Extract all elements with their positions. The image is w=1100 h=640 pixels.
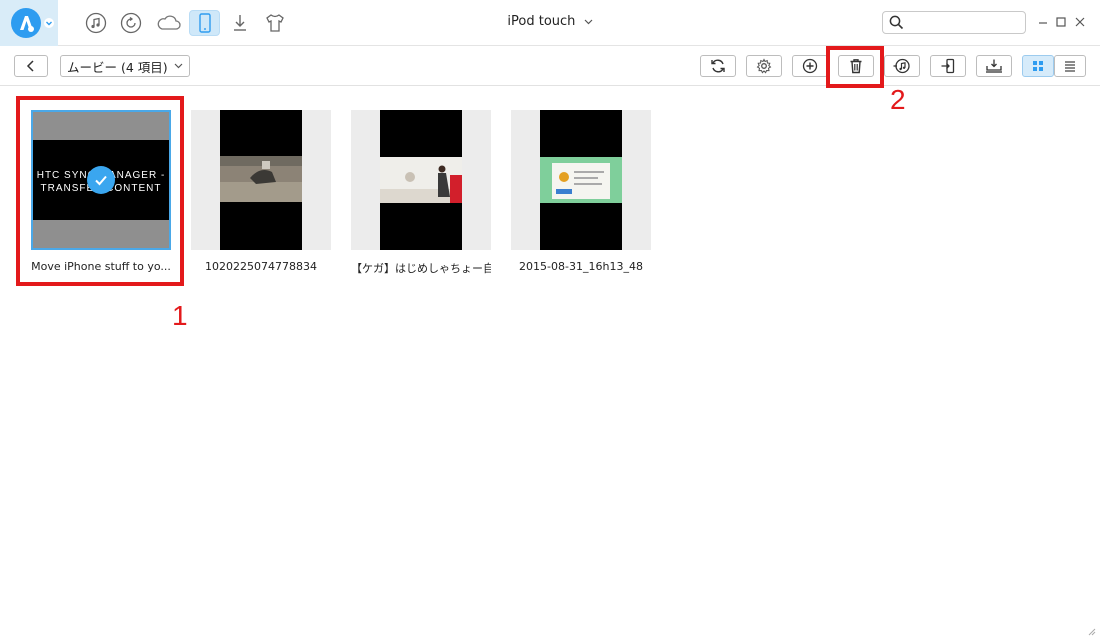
add-icon xyxy=(802,58,818,74)
music-note-icon xyxy=(85,12,107,34)
category-label: ムービー (4 項目) xyxy=(67,59,168,75)
minimize-button[interactable] xyxy=(1036,15,1050,29)
minimize-icon xyxy=(1039,22,1047,24)
title-bar: iPod touch xyxy=(0,0,1100,46)
search-icon xyxy=(889,15,904,30)
send-to-device-icon xyxy=(941,58,955,74)
search-input[interactable] xyxy=(909,14,1021,31)
to-computer-button[interactable] xyxy=(976,55,1012,77)
history-nav-button[interactable] xyxy=(118,10,144,36)
icloud-nav-button[interactable] xyxy=(154,10,184,36)
video-title: 2015-08-31_16h13_48 xyxy=(519,260,643,273)
add-button[interactable] xyxy=(792,55,828,77)
back-button[interactable] xyxy=(14,55,48,77)
video-frame-image xyxy=(220,156,302,202)
chevron-down-icon xyxy=(584,19,593,24)
category-dropdown[interactable]: ムービー (4 項目) xyxy=(60,55,190,77)
download-icon xyxy=(234,15,246,31)
close-icon xyxy=(1075,17,1085,27)
download-nav-button[interactable] xyxy=(227,10,253,36)
list-view-button[interactable] xyxy=(1054,55,1086,77)
grid-view-button[interactable] xyxy=(1022,55,1054,77)
video-frame-image xyxy=(380,157,462,203)
phone-icon xyxy=(198,13,211,33)
video-thumbnail[interactable] xyxy=(511,110,651,250)
step-number-1: 1 xyxy=(172,300,188,331)
maximize-icon xyxy=(1056,17,1066,27)
chevron-down-icon xyxy=(174,63,183,69)
device-nav-button[interactable] xyxy=(189,10,220,36)
video-title: 1020225074778834 xyxy=(205,260,317,273)
ringtone-nav-button[interactable] xyxy=(262,10,288,36)
resize-grip-icon[interactable] xyxy=(1086,626,1096,636)
video-item[interactable]: 1020225074778834 xyxy=(191,110,331,273)
device-title: iPod touch xyxy=(507,14,576,29)
refresh-icon xyxy=(711,59,725,73)
itunes-icon xyxy=(893,58,910,74)
device-selector[interactable]: iPod touch xyxy=(480,14,620,29)
video-item[interactable]: 【ケガ】はじめしゃちょー自分... xyxy=(351,110,491,276)
chevron-down-icon[interactable] xyxy=(44,18,54,28)
grid-view-icon xyxy=(1033,61,1043,71)
tshirt-icon xyxy=(266,14,284,32)
video-thumbnail[interactable] xyxy=(191,110,331,250)
video-thumbnail[interactable] xyxy=(351,110,491,250)
settings-button[interactable] xyxy=(746,55,782,77)
list-view-icon xyxy=(1065,61,1075,72)
app-logo[interactable] xyxy=(0,0,58,46)
to-itunes-button[interactable] xyxy=(884,55,920,77)
delete-button-highlight xyxy=(826,46,884,88)
history-icon xyxy=(120,12,142,34)
step-number-2: 2 xyxy=(890,84,906,115)
anytrans-logo-icon xyxy=(11,8,41,38)
gear-icon xyxy=(756,58,772,74)
search-box[interactable] xyxy=(882,11,1026,34)
music-nav-button[interactable] xyxy=(83,10,109,36)
video-item[interactable]: 2015-08-31_16h13_48 xyxy=(511,110,651,273)
close-button[interactable] xyxy=(1073,15,1087,29)
to-device-button[interactable] xyxy=(930,55,966,77)
selected-video-highlight xyxy=(16,96,184,286)
video-title: 【ケガ】はじめしゃちょー自分... xyxy=(351,262,491,275)
maximize-button[interactable] xyxy=(1054,15,1068,29)
refresh-button[interactable] xyxy=(700,55,736,77)
video-frame-image xyxy=(540,157,622,203)
cloud-icon xyxy=(157,15,181,30)
export-to-pc-icon xyxy=(986,59,1002,73)
content-toolbar: ムービー (4 項目) xyxy=(0,46,1100,86)
chevron-left-icon xyxy=(26,60,34,72)
